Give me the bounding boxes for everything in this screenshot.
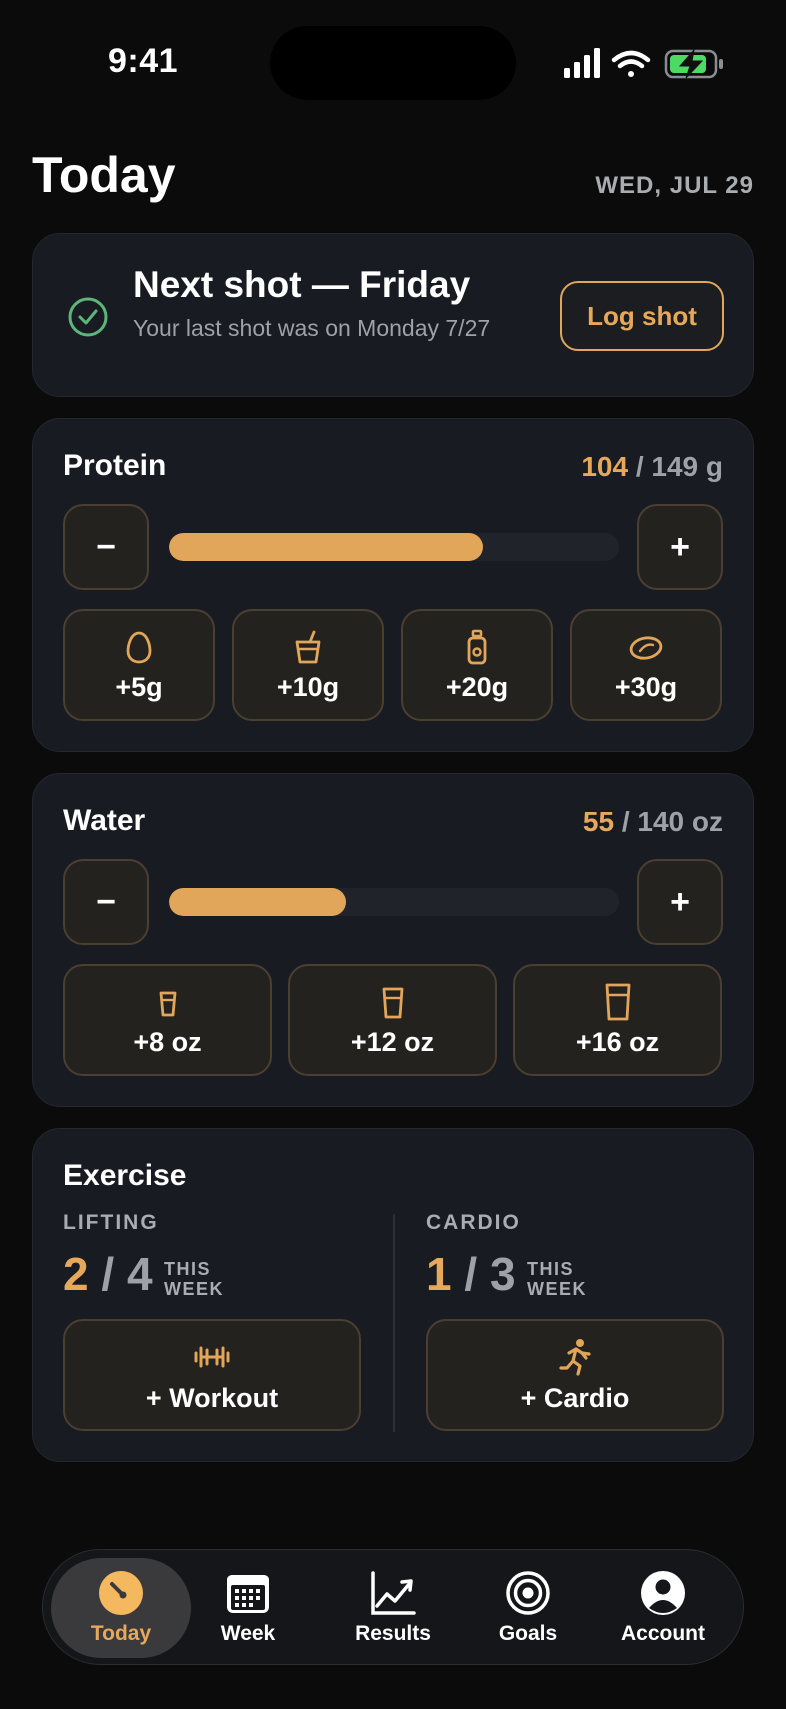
add-workout-label: + Workout xyxy=(145,1382,279,1413)
tab-today[interactable]: Today xyxy=(51,1558,191,1658)
status-time: 9:41 xyxy=(108,42,179,80)
cardio-label: CARDIO xyxy=(426,1211,521,1234)
medium-glass-icon xyxy=(382,987,403,1018)
water-progress-fill xyxy=(169,888,346,916)
water-increment-button[interactable]: + xyxy=(637,859,723,945)
exercise-card: Exercise LIFTING 2 / 4 THIS WEEK + Workou… xyxy=(32,1128,754,1462)
lifting-period: THIS WEEK xyxy=(164,1259,224,1299)
chip-label: +8 oz xyxy=(133,1026,202,1057)
protein-add-30g-button[interactable]: +30g xyxy=(570,609,722,721)
dynamic-island xyxy=(270,26,516,100)
egg-icon xyxy=(126,631,152,663)
target-icon xyxy=(506,1571,550,1615)
protein-target: 149 g xyxy=(651,451,723,482)
person-icon xyxy=(641,1571,685,1615)
battery-charging-icon xyxy=(664,48,723,79)
period-line: WEEK xyxy=(164,1279,224,1299)
gauge-icon xyxy=(99,1571,143,1615)
check-circle-icon xyxy=(68,297,108,337)
tab-label: Week xyxy=(220,1622,276,1645)
protein-progress-fill xyxy=(169,533,484,561)
protein-add-20g-button[interactable]: +20g xyxy=(401,609,553,721)
dumbbell-icon xyxy=(194,1346,230,1367)
cardio-done: 1 xyxy=(426,1248,452,1300)
running-icon xyxy=(559,1338,591,1376)
protein-card: Protein 104 / 149 g − + +5g +10g +20g +3… xyxy=(32,418,754,752)
add-cardio-button[interactable]: + Cardio xyxy=(426,1319,724,1431)
shake-bottle-icon xyxy=(467,629,487,664)
next-shot-card: Next shot — Friday Your last shot was on… xyxy=(32,233,754,397)
chip-label: +20g xyxy=(445,671,509,702)
water-card: Water 55 / 140 oz − + +8 oz +12 oz +16 o… xyxy=(32,773,754,1107)
tab-bar: Today Week Results Goals Account xyxy=(42,1549,744,1665)
protein-total: 104 / 149 g xyxy=(581,451,723,482)
water-decrement-button[interactable]: − xyxy=(63,859,149,945)
chip-label: +5g xyxy=(115,671,163,702)
large-glass-icon xyxy=(605,983,630,1020)
water-current: 55 xyxy=(582,806,615,837)
lifting-label: LIFTING xyxy=(63,1211,159,1234)
last-shot-subtitle: Your last shot was on Monday 7/27 xyxy=(133,315,491,341)
chip-label: +12 oz xyxy=(350,1026,435,1057)
water-target: 140 oz xyxy=(637,806,723,837)
lifting-count: 2 / 4 xyxy=(63,1248,153,1300)
cardio-goal: 3 xyxy=(489,1248,516,1300)
tab-results[interactable]: Results xyxy=(323,1558,463,1658)
period-line: THIS xyxy=(164,1259,212,1279)
page-title: Today xyxy=(32,147,176,203)
cup-icon xyxy=(295,630,321,663)
tab-label: Account xyxy=(621,1622,705,1645)
lifting-goal: 4 xyxy=(126,1248,153,1300)
water-progress-bar xyxy=(169,888,619,916)
tab-label: Results xyxy=(355,1622,431,1645)
small-glass-icon xyxy=(159,991,176,1016)
water-add-8oz-button[interactable]: +8 oz xyxy=(63,964,272,1076)
steak-icon xyxy=(629,635,663,660)
cardio-period: THIS WEEK xyxy=(527,1259,587,1299)
protein-current: 104 xyxy=(581,451,629,482)
calendar-icon xyxy=(227,1575,269,1613)
chip-label: +16 oz xyxy=(575,1026,660,1057)
water-label: Water xyxy=(63,804,146,837)
exercise-label: Exercise xyxy=(63,1159,187,1192)
log-shot-button[interactable]: Log shot xyxy=(560,281,724,351)
water-add-12oz-button[interactable]: +12 oz xyxy=(288,964,497,1076)
period-line: THIS xyxy=(527,1259,575,1279)
status-icons xyxy=(564,48,723,79)
protein-label: Protein xyxy=(63,449,167,482)
tab-account[interactable]: Account xyxy=(593,1558,733,1658)
protein-decrement-button[interactable]: − xyxy=(63,504,149,590)
period-line: WEEK xyxy=(527,1279,587,1299)
tab-goals[interactable]: Goals xyxy=(458,1558,598,1658)
page-date: WED, JUL 29 xyxy=(595,172,754,199)
tab-label: Goals xyxy=(498,1622,558,1645)
protein-add-5g-button[interactable]: +5g xyxy=(63,609,215,721)
exercise-divider xyxy=(393,1214,395,1432)
tab-week[interactable]: Week xyxy=(178,1558,318,1658)
chip-label: +10g xyxy=(276,671,340,702)
tab-label: Today xyxy=(90,1622,152,1645)
wifi-icon xyxy=(611,50,651,77)
protein-increment-button[interactable]: + xyxy=(637,504,723,590)
protein-progress-bar xyxy=(169,533,619,561)
next-shot-title: Next shot — Friday xyxy=(133,264,471,305)
add-workout-button[interactable]: + Workout xyxy=(63,1319,361,1431)
cardio-count: 1 / 3 xyxy=(426,1248,516,1300)
chart-icon xyxy=(371,1571,416,1615)
protein-add-10g-button[interactable]: +10g xyxy=(232,609,384,721)
water-add-16oz-button[interactable]: +16 oz xyxy=(513,964,722,1076)
water-total: 55 / 140 oz xyxy=(582,806,723,837)
cellular-signal-icon xyxy=(564,48,600,78)
lifting-done: 2 xyxy=(63,1248,89,1300)
add-cardio-label: + Cardio xyxy=(520,1382,630,1413)
chip-label: +30g xyxy=(614,671,678,702)
